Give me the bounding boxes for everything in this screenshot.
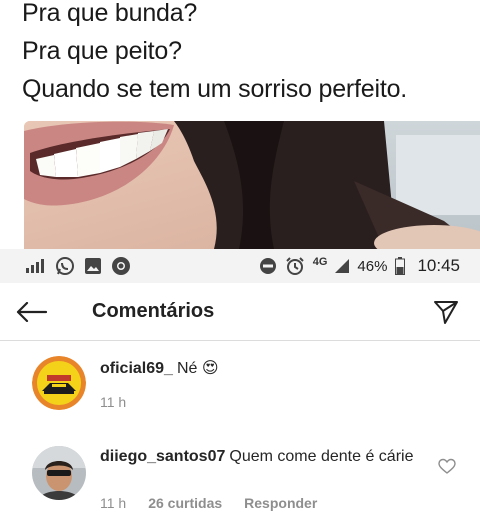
comment-content: Né 😍 [176,360,219,377]
comment-time: 11 h [100,495,127,511]
alarm-icon [285,256,305,276]
meme-caption: Pra que bunda? Pra que peito? Quando se … [22,0,462,108]
arrow-left-icon [16,301,48,322]
whatsapp-icon [55,256,75,276]
page-title: Comentários [92,300,215,322]
comment-likes[interactable]: 26 curtidas [148,495,222,511]
comment-time: 11 h [100,394,127,410]
caption-line-1: Pra que bunda? [22,0,198,27]
status-bar: 4G 46% 10:45 [0,249,480,283]
signal-bars-icon [26,259,46,273]
battery-percent: 46% [357,257,388,275]
comments-header: Comentários [0,283,480,341]
share-button[interactable] [428,294,464,330]
caption-line-3: Quando se tem um sorriso perfeito. [22,75,408,103]
avatar[interactable] [32,446,86,500]
cell-signal-icon [335,259,350,273]
gallery-icon [84,257,102,275]
comment-content: Quem come dente é cárie [229,448,414,465]
meme-photo [24,121,480,249]
comment-text: diiego_santos07 Quem come dente é cárie [100,446,420,468]
network-type: 4G [312,256,328,268]
chrome-icon [111,256,131,276]
back-button[interactable] [16,283,68,341]
comment-username[interactable]: diiego_santos07 [100,448,225,465]
caption-line-2: Pra que peito? [22,37,182,65]
dnd-icon [259,257,277,275]
reply-button[interactable]: Responder [244,495,317,511]
comment-meta: 11 h [100,394,126,410]
avatar[interactable] [32,356,86,410]
clock: 10:45 [417,256,460,275]
comment-username[interactable]: oficial69_ [100,360,173,377]
battery-icon [395,257,406,275]
comment-text: oficial69_ Né 😍 [100,358,420,380]
comment-meta: 11 h 26 curtidas Responder [100,495,317,511]
direct-send-icon [434,300,458,324]
like-button[interactable] [438,458,456,476]
heart-icon [438,458,456,474]
